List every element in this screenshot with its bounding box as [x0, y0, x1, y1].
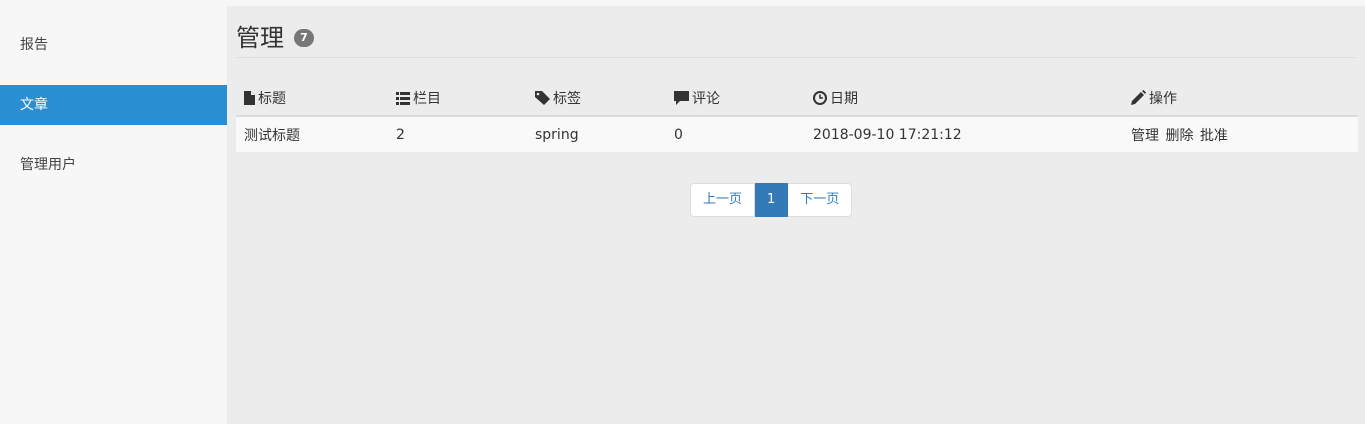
approve-link[interactable]: 批准 — [1200, 128, 1228, 144]
cell-title: 测试标题 — [236, 116, 388, 152]
column-header-title[interactable]: 标题 — [236, 81, 388, 117]
count-badge: 7 — [294, 29, 314, 47]
page-title: 管理 — [236, 24, 284, 52]
column-header-label: 标题 — [258, 90, 286, 107]
prev-page-button[interactable]: 上一页 — [690, 183, 756, 217]
column-header-date[interactable]: 日期 — [805, 81, 1123, 117]
articles-table: 标题 栏目 标签 评论 日期 操作 测试标题 2 spring 0 2018-0… — [236, 81, 1358, 152]
delete-link[interactable]: 删除 — [1165, 128, 1193, 144]
column-header-label: 评论 — [692, 90, 720, 107]
tag-icon — [535, 90, 550, 109]
pagination: 上一页 1 下一页 — [690, 183, 853, 217]
table-header-row: 标题 栏目 标签 评论 日期 操作 — [236, 81, 1358, 117]
list-icon — [396, 91, 410, 109]
column-header-label: 栏目 — [413, 90, 441, 107]
cell-comments: 0 — [666, 116, 805, 152]
page-1-button[interactable]: 1 — [755, 183, 789, 217]
column-header-label: 日期 — [830, 90, 858, 107]
pencil-icon — [1131, 89, 1146, 109]
sidebar: 报告 文章 管理用户 — [0, 0, 227, 424]
cell-tag: spring — [527, 116, 666, 152]
column-header-label: 操作 — [1149, 90, 1177, 107]
column-header-column[interactable]: 栏目 — [388, 81, 527, 117]
column-header-comments[interactable]: 评论 — [666, 81, 805, 117]
comment-icon — [674, 90, 689, 109]
sidebar-item-articles[interactable]: 文章 — [0, 85, 227, 125]
column-header-label: 标签 — [553, 90, 581, 107]
cell-actions: 管理 删除 批准 — [1123, 116, 1358, 152]
cell-date: 2018-09-10 17:21:12 — [805, 116, 1123, 152]
column-header-tag[interactable]: 标签 — [527, 81, 666, 117]
next-page-button[interactable]: 下一页 — [788, 183, 853, 217]
file-icon — [244, 90, 255, 109]
cell-column: 2 — [388, 116, 527, 152]
main-content: 管理 7 标题 栏目 标签 评论 日期 操作 测试标题 2 spring 0 2… — [227, 6, 1365, 424]
sidebar-item-reports[interactable]: 报告 — [0, 25, 227, 65]
clock-icon — [813, 90, 827, 109]
manage-link[interactable]: 管理 — [1131, 128, 1159, 144]
sidebar-item-manage-users[interactable]: 管理用户 — [0, 145, 227, 185]
table-row: 测试标题 2 spring 0 2018-09-10 17:21:12 管理 删… — [236, 116, 1358, 152]
page-header: 管理 7 — [236, 6, 1356, 58]
column-header-actions[interactable]: 操作 — [1123, 81, 1358, 117]
